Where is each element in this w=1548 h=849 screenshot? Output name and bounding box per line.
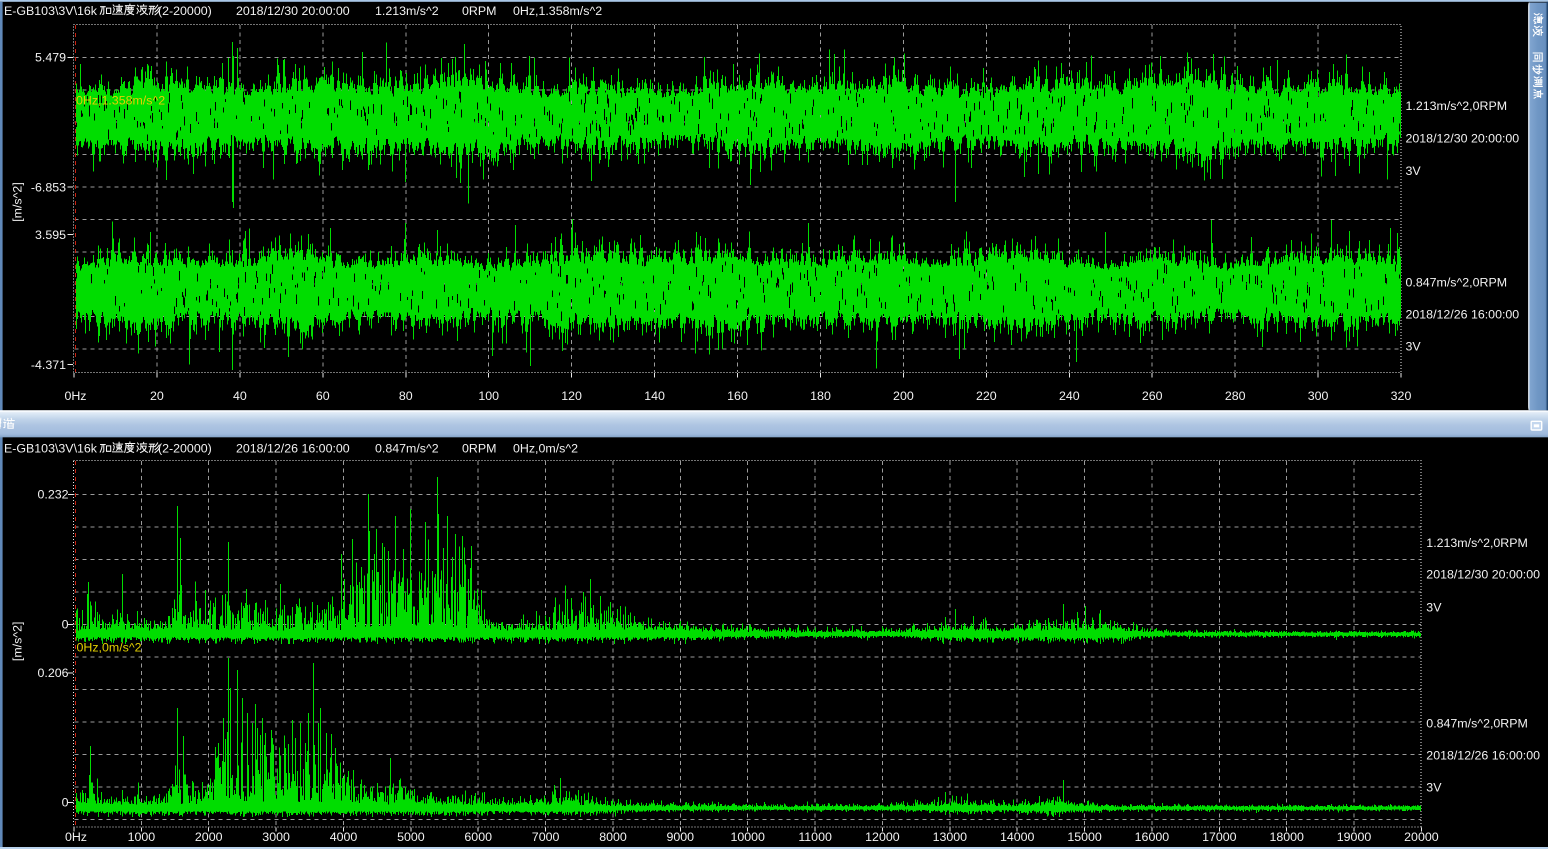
svg-text:0Hz,0m/s^2: 0Hz,0m/s^2 [513, 442, 578, 456]
svg-text:(2-20000): (2-20000) [158, 4, 212, 18]
svg-text:180: 180 [810, 389, 831, 403]
svg-text:0RPM: 0RPM [462, 4, 496, 18]
svg-text:80: 80 [399, 389, 413, 403]
svg-text:260: 260 [1142, 389, 1163, 403]
svg-text:3V: 3V [1426, 600, 1442, 614]
svg-text:2018/12/30 20:00:00: 2018/12/30 20:00:00 [1426, 568, 1540, 582]
svg-text:280: 280 [1225, 389, 1246, 403]
svg-text:1000: 1000 [128, 830, 156, 844]
svg-text:60: 60 [316, 389, 330, 403]
svg-text:-4.371: -4.371 [31, 358, 66, 372]
svg-text:2018/12/26 16:00:00: 2018/12/26 16:00:00 [1406, 308, 1520, 322]
svg-text:17000: 17000 [1202, 830, 1237, 844]
svg-text:9000: 9000 [667, 830, 695, 844]
svg-text:200: 200 [893, 389, 914, 403]
svg-text:0.206: 0.206 [37, 666, 68, 680]
svg-text:0.847m/s^2,0RPM: 0.847m/s^2,0RPM [1406, 276, 1508, 290]
svg-text:2018/12/26 16:00:00: 2018/12/26 16:00:00 [236, 442, 350, 456]
svg-text:10000: 10000 [730, 830, 765, 844]
svg-text:3V: 3V [1406, 164, 1422, 178]
svg-text:14000: 14000 [1000, 830, 1035, 844]
svg-text:160: 160 [727, 389, 748, 403]
svg-text:8000: 8000 [599, 830, 627, 844]
svg-text:220: 220 [976, 389, 997, 403]
svg-text:[m/s^2]: [m/s^2] [11, 622, 25, 662]
svg-text:0Hz,1.358m/s^2: 0Hz,1.358m/s^2 [513, 4, 602, 18]
svg-text:320: 320 [1391, 389, 1412, 403]
svg-text:120: 120 [561, 389, 582, 403]
svg-text:2000: 2000 [195, 830, 223, 844]
svg-text:1.213m/s^2,0RPM: 1.213m/s^2,0RPM [1426, 536, 1528, 550]
svg-text:140: 140 [644, 389, 665, 403]
svg-text:0.232: 0.232 [37, 488, 68, 502]
svg-text:0.847m/s^2: 0.847m/s^2 [375, 442, 439, 456]
svg-text:15000: 15000 [1067, 830, 1102, 844]
svg-text:0: 0 [62, 618, 69, 632]
svg-text:2018/12/30 20:00:00: 2018/12/30 20:00:00 [1406, 132, 1520, 146]
svg-text:3V: 3V [1406, 340, 1422, 354]
svg-text:13000: 13000 [933, 830, 968, 844]
svg-text:-6.853: -6.853 [31, 180, 66, 194]
svg-text:20: 20 [150, 389, 164, 403]
svg-text:E-GB103\3V\16k: E-GB103\3V\16k [4, 4, 98, 18]
svg-text:300: 300 [1308, 389, 1329, 403]
svg-text:4000: 4000 [330, 830, 358, 844]
svg-text:2018/12/26 16:00:00: 2018/12/26 16:00:00 [1426, 749, 1540, 763]
svg-text:240: 240 [1059, 389, 1080, 403]
svg-text:E-GB103\3V\16k: E-GB103\3V\16k [4, 442, 98, 456]
svg-text:5.479: 5.479 [35, 51, 66, 65]
svg-text:0: 0 [62, 796, 69, 810]
svg-text:20000: 20000 [1404, 830, 1439, 844]
svg-text:18000: 18000 [1269, 830, 1304, 844]
svg-text:0Hz: 0Hz [64, 389, 86, 403]
svg-text:19000: 19000 [1337, 830, 1372, 844]
svg-text:3V: 3V [1426, 781, 1442, 795]
svg-text:0Hz,0m/s^2: 0Hz,0m/s^2 [77, 640, 142, 654]
svg-text:7000: 7000 [532, 830, 560, 844]
svg-text:40: 40 [233, 389, 247, 403]
svg-text:0Hz,1.358m/s^2: 0Hz,1.358m/s^2 [76, 94, 165, 108]
svg-text:[m/s^2]: [m/s^2] [11, 182, 25, 222]
svg-text:0Hz: 0Hz [65, 830, 87, 844]
svg-text:3.595: 3.595 [35, 228, 66, 242]
svg-text:11000: 11000 [798, 830, 832, 844]
svg-text:2018/12/30 20:00:00: 2018/12/30 20:00:00 [236, 4, 350, 18]
svg-text:(2-20000): (2-20000) [158, 442, 212, 456]
svg-text:12000: 12000 [865, 830, 900, 844]
svg-text:5000: 5000 [397, 830, 425, 844]
svg-text:100: 100 [478, 389, 499, 403]
svg-text:1.213m/s^2: 1.213m/s^2 [375, 4, 439, 18]
svg-text:0.847m/s^2,0RPM: 0.847m/s^2,0RPM [1426, 716, 1528, 730]
svg-text:6000: 6000 [464, 830, 492, 844]
svg-text:16000: 16000 [1135, 830, 1170, 844]
svg-text:3000: 3000 [262, 830, 290, 844]
svg-text:1.213m/s^2,0RPM: 1.213m/s^2,0RPM [1406, 99, 1508, 113]
svg-text:0RPM: 0RPM [462, 442, 496, 456]
